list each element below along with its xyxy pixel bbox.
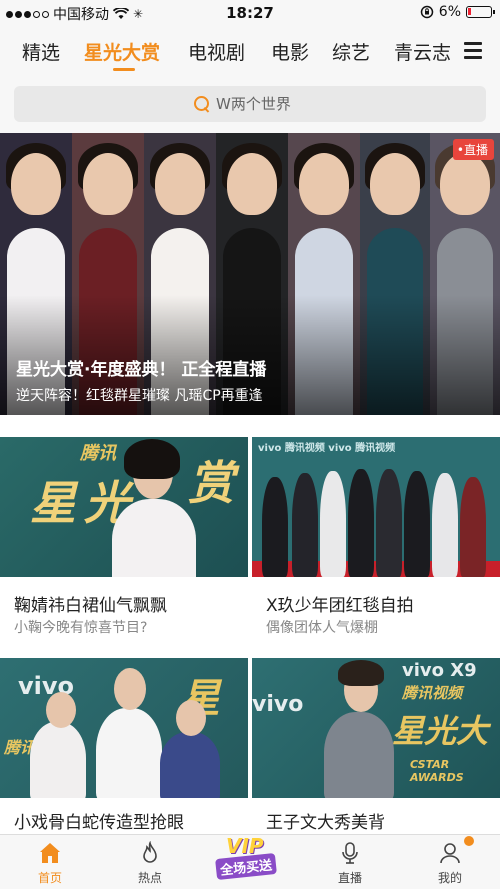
thumbnail-logo-text: 腾讯视频 <box>402 684 463 702</box>
thumbnail-logo-text: vivo <box>252 692 304 717</box>
microphone-icon <box>342 842 358 864</box>
card-title: X玖少年团红毯自拍 <box>266 596 414 616</box>
video-card[interactable]: 腾讯 星光 赏 鞠婧祎白裙仙气飘飘 小鞠今晚有惊喜节目? <box>0 437 248 637</box>
card-thumbnail: vivo 星 腾讯 <box>0 658 248 798</box>
tab-movies[interactable]: 电影 <box>271 38 309 65</box>
thumbnail-logo-text: vivo 腾讯视频 vivo 腾讯视频 <box>258 443 396 454</box>
nav-live-label: 直播 <box>337 871 362 885</box>
nav-hot-label: 热点 <box>137 871 162 885</box>
card-title: 小戏骨白蛇传造型抢眼 <box>14 813 184 833</box>
video-card[interactable]: vivo 星 腾讯 小戏骨白蛇传造型抢眼 <box>0 658 248 834</box>
search-icon <box>194 96 210 112</box>
vip-promo-button[interactable]: VIP 全场买送 <box>212 832 290 881</box>
battery-percent: 6% <box>438 4 461 20</box>
flame-icon <box>143 841 157 863</box>
banner-subtitle: 逆天阵容！红毯群星璀璨 凡瑶CP再重逢 <box>16 388 263 404</box>
nav-live[interactable]: 直播 <box>310 835 390 889</box>
nav-home-label: 首页 <box>37 871 62 885</box>
video-card[interactable]: vivo 腾讯视频 vivo 腾讯视频 X玖少年团红毯自拍 偶像团体人气爆棚 <box>252 437 500 637</box>
status-right: 6% <box>420 4 495 20</box>
search-input[interactable] <box>216 95 306 113</box>
nav-hot[interactable]: 热点 <box>110 835 190 889</box>
nav-profile-label: 我的 <box>437 871 462 885</box>
search-area <box>0 78 500 133</box>
thumbnail-logo-text: 赏 <box>188 456 234 510</box>
home-icon <box>40 843 60 863</box>
card-thumbnail: vivo X9 vivo 腾讯视频 星光大 CSTAR AWARDS <box>252 658 500 798</box>
thumbnail-logo-text: vivo X9 <box>402 660 477 681</box>
tab-tv-series[interactable]: 电视剧 <box>188 38 245 65</box>
card-thumbnail: vivo 腾讯视频 vivo 腾讯视频 <box>252 437 500 577</box>
live-badge-label: 直播 <box>463 143 488 157</box>
search-box[interactable] <box>14 86 486 122</box>
tab-variety[interactable]: 综艺 <box>332 38 370 65</box>
card-subtitle: 偶像团体人气爆棚 <box>266 620 378 636</box>
profile-icon <box>440 843 460 864</box>
tab-qingyunzhi[interactable]: 青云志 <box>394 38 451 65</box>
thumbnail-logo-text: CSTAR AWARDS <box>410 758 464 784</box>
thumbnail-logo-text: 腾讯 <box>80 443 116 464</box>
rotation-lock-icon <box>420 5 434 19</box>
hero-banner[interactable]: •直播 星光大赏·年度盛典！ 正全程直播 逆天阵容！红毯群星璀璨 凡瑶CP再重逢 <box>0 133 500 415</box>
card-thumbnail: 腾讯 星光 赏 <box>0 437 248 577</box>
card-title: 鞠婧祎白裙仙气飘飘 <box>14 596 167 616</box>
battery-icon <box>466 6 495 18</box>
status-bar: 中国移动 ✳ 18:27 6% <box>0 0 500 26</box>
thumbnail-logo-text: 星光大 <box>392 712 489 750</box>
notification-dot <box>464 836 474 846</box>
card-subtitle: 小鞠今晚有惊喜节目? <box>14 620 148 636</box>
banner-title: 星光大赏·年度盛典！ 正全程直播 <box>16 360 267 380</box>
video-card[interactable]: vivo X9 vivo 腾讯视频 星光大 CSTAR AWARDS 王子文大秀… <box>252 658 500 834</box>
channel-tab-bar: 精选 星光大赏 电视剧 电影 综艺 青云志 <box>0 26 500 78</box>
nav-profile[interactable]: 我的 <box>410 835 490 889</box>
menu-icon[interactable] <box>464 42 482 60</box>
nav-home[interactable]: 首页 <box>10 835 90 889</box>
live-dot-icon: • <box>456 143 464 157</box>
channel-tabs: 精选 星光大赏 电视剧 电影 综艺 青云志 <box>0 26 460 78</box>
active-tab-indicator <box>113 68 135 71</box>
vip-promo-label: 全场买送 <box>215 852 277 881</box>
card-title: 王子文大秀美背 <box>266 813 385 833</box>
tab-star-awards[interactable]: 星光大赏 <box>84 38 160 65</box>
tab-featured[interactable]: 精选 <box>22 38 60 65</box>
live-badge: •直播 <box>452 139 494 160</box>
